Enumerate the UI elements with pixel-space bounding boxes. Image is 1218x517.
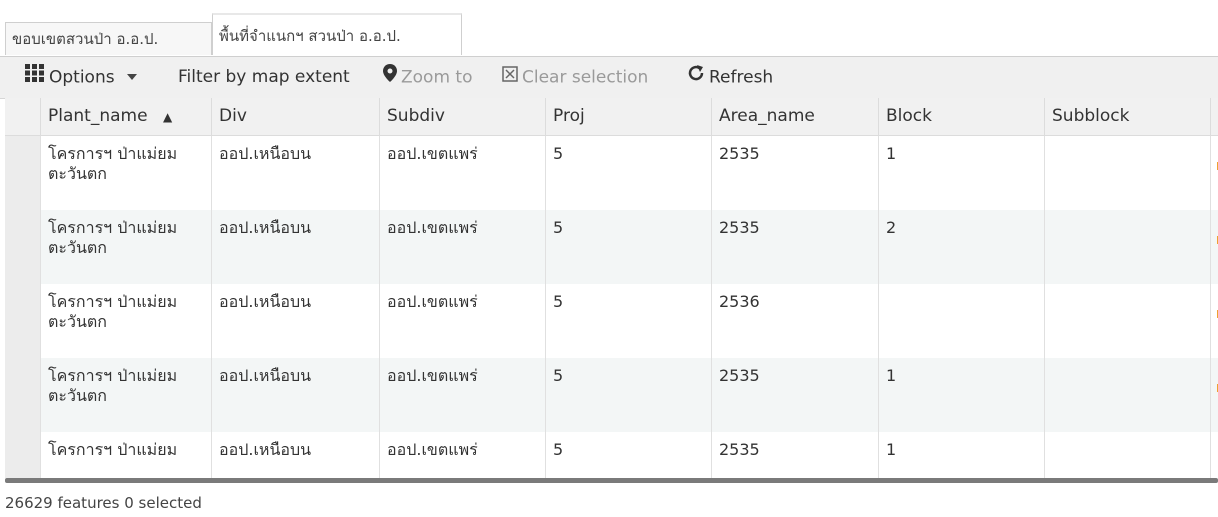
table-row[interactable]: โครการฯ ป่าแม่ยม ตะวันตก ออป.เหนือบน ออป… [5,358,1218,432]
cell-subblock [1044,210,1210,284]
selection-status: 26629 features 0 selected [5,494,202,512]
refresh-icon [687,57,705,98]
horizontal-scrollbar[interactable] [5,478,1218,483]
cell-overflow [1210,358,1218,432]
filter-by-map-extent-button[interactable]: Filter by map extent [178,57,350,98]
tab-boundary[interactable]: ขอบเขตสวนป่า อ.อ.ป. [5,22,212,55]
cell-area-name: 2535 [711,358,878,432]
zoom-to-label: Zoom to [401,67,473,88]
table-row[interactable]: โครการฯ ป่าแม่ยม ตะวันตก ออป.เหนือบน ออป… [5,284,1218,358]
cell-overflow [1210,284,1218,358]
column-header-proj[interactable]: Proj [545,98,711,135]
cell-subblock [1044,432,1210,478]
cell-plant-name: โครการฯ ป่าแม่ยม ตะวันตก [40,136,211,210]
cell-subdiv: ออป.เขตแพร่ [379,284,545,358]
cell-block: 2 [878,210,1044,284]
cell-proj: 5 [545,284,711,358]
zoom-to-button[interactable]: Zoom to [383,57,472,98]
column-label: Plant_name [48,106,148,126]
cell-plant-name: โครการฯ ป่าแม่ยม ตะวันตก [40,358,211,432]
cell-block: 1 [878,136,1044,210]
refresh-button[interactable]: Refresh [687,57,773,98]
cell-subdiv: ออป.เขตแพร่ [379,432,545,478]
cell-plant-name: โครการฯ ป่าแม่ยม ตะวันตก [40,210,211,284]
row-selector[interactable] [5,358,41,432]
cell-plant-name: โครการฯ ป่าแม่ยม [40,432,211,478]
cell-block: 1 [878,358,1044,432]
clear-selection-button[interactable]: Clear selection [502,57,648,98]
cell-div: ออป.เหนือบน [211,358,379,432]
cell-overflow [1210,210,1218,284]
column-header-plant-name[interactable]: Plant_name ▲ [40,98,211,135]
column-header-overflow[interactable] [1210,98,1218,135]
top-band [0,0,1218,8]
cell-overflow [1210,136,1218,210]
column-header-subblock[interactable]: Subblock [1044,98,1210,135]
cell-div: ออป.เหนือบน [211,136,379,210]
cell-proj: 5 [545,136,711,210]
cell-subblock [1044,284,1210,358]
cell-div: ออป.เหนือบน [211,284,379,358]
table-row[interactable]: โครการฯ ป่าแม่ยม ออป.เหนือบน ออป.เขตแพร่… [5,432,1218,478]
cell-plant-name: โครการฯ ป่าแม่ยม ตะวันตก [40,284,211,358]
cell-area-name: 2535 [711,432,878,478]
row-selector[interactable] [5,136,41,210]
cell-proj: 5 [545,358,711,432]
attribute-grid: Plant_name ▲ Div Subdiv Proj Area_name B… [5,98,1218,478]
cell-subblock [1044,358,1210,432]
cell-overflow [1210,432,1218,478]
attribute-table-toolbar: Options Filter by map extent Zoom to Cle… [0,57,1218,99]
clear-selection-label: Clear selection [522,67,649,88]
grid-header: Plant_name ▲ Div Subdiv Proj Area_name B… [5,98,1218,136]
column-header-div[interactable]: Div [211,98,379,135]
cell-proj: 5 [545,432,711,478]
refresh-label: Refresh [709,67,774,88]
cell-div: ออป.เหนือบน [211,210,379,284]
cell-block [878,284,1044,358]
cell-proj: 5 [545,210,711,284]
clear-box-icon [502,57,518,98]
column-header-block[interactable]: Block [878,98,1044,135]
tab-classified-area[interactable]: พื้นที่จำแนกฯ สวนป่า อ.อ.ป. [212,13,462,55]
cell-area-name: 2535 [711,210,878,284]
cell-subblock [1044,136,1210,210]
cell-subdiv: ออป.เขตแพร่ [379,358,545,432]
cell-block: 1 [878,432,1044,478]
cell-area-name: 2536 [711,284,878,358]
cell-subdiv: ออป.เขตแพร่ [379,210,545,284]
options-label: Options [49,67,115,88]
table-row[interactable]: โครการฯ ป่าแม่ยม ตะวันตก ออป.เหนือบน ออป… [5,136,1218,210]
cell-div: ออป.เหนือบน [211,432,379,478]
map-pin-icon [383,57,397,98]
cell-area-name: 2535 [711,136,878,210]
tab-bar: ขอบเขตสวนป่า อ.อ.ป. พื้นที่จำแนกฯ สวนป่า… [0,8,1218,57]
cell-subdiv: ออป.เขตแพร่ [379,136,545,210]
grid-icon [25,57,45,98]
sort-ascending-icon: ▲ [162,110,173,124]
table-row[interactable]: โครการฯ ป่าแม่ยม ตะวันตก ออป.เหนือบน ออป… [5,210,1218,284]
caret-down-icon [126,57,138,98]
options-menu[interactable]: Options [25,57,142,98]
row-selector[interactable] [5,210,41,284]
column-header-area-name[interactable]: Area_name [711,98,878,135]
row-selector[interactable] [5,432,41,478]
row-selector[interactable] [5,284,41,358]
column-header-subdiv[interactable]: Subdiv [379,98,545,135]
